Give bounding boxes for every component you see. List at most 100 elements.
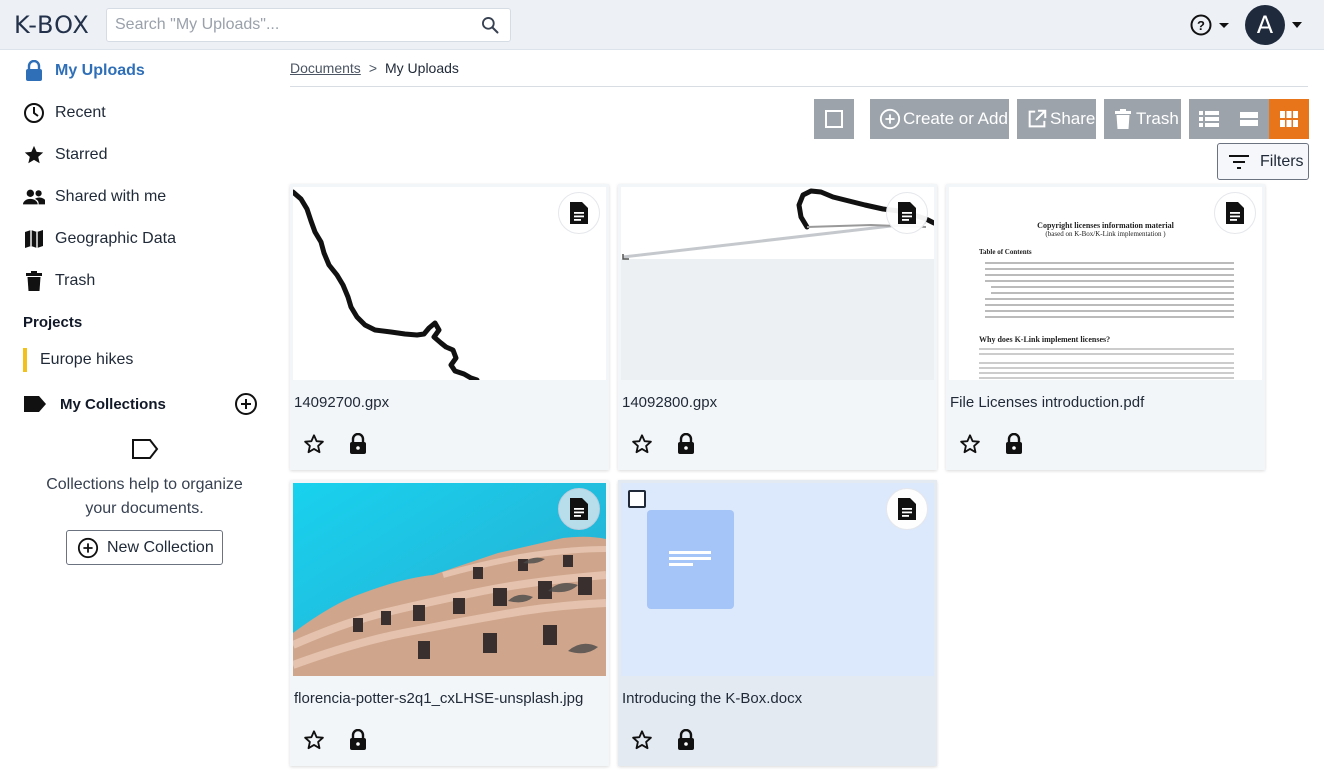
create-or-add-label: Create or Add [903,109,1008,128]
lock-icon [23,60,45,82]
project-item[interactable]: Europe hikes [23,348,133,372]
sidebar-item-my-uploads[interactable]: My Uploads [23,56,145,86]
document-icon [570,202,588,224]
sidebar: My Uploads Recent Starred Shared with me… [0,50,270,783]
share-label: Share [1050,109,1096,128]
document-thumbnail[interactable] [293,187,606,380]
filters-button[interactable]: Filters [1217,143,1309,180]
filters-label: Filters [1260,152,1304,170]
trash-label: Trash [1136,109,1179,128]
sidebar-item-label: Shared with me [55,188,167,205]
people-icon [23,186,45,208]
grid-view-button[interactable] [1269,99,1309,139]
sidebar-item-label: Starred [55,146,108,163]
breadcrumb-documents-link[interactable]: Documents [290,60,361,76]
document-name[interactable]: 14092800.gpx [622,394,717,411]
trash-icon [23,270,45,292]
share-button[interactable]: Share [1017,99,1096,139]
details-view-button[interactable] [1229,99,1269,139]
sidebar-item-recent[interactable]: Recent [23,98,106,128]
add-circle-icon [879,108,901,130]
star-icon [23,144,45,166]
details-view-icon [1240,112,1258,126]
lock-icon [678,433,694,454]
star-outline-icon[interactable] [303,433,325,455]
chevron-down-icon[interactable] [1291,20,1303,30]
star-outline-icon[interactable] [631,729,653,751]
document-card[interactable]: Introducing the K-Box.docx [618,480,937,766]
sidebar-item-trash[interactable]: Trash [23,266,95,296]
document-name[interactable]: florencia-potter-s2q1_cxLHSE-unsplash.jp… [294,690,583,707]
document-type-badge [1214,192,1256,234]
star-outline-icon[interactable] [959,433,981,455]
document-icon [898,202,916,224]
document-thumbnail[interactable]: Copyright licenses information material … [949,187,1262,380]
document-card[interactable]: 14092700.gpx [290,184,609,470]
document-card[interactable]: Copyright licenses information material … [946,184,1265,470]
map-icon [23,228,45,250]
pdf-heading: Why does K-Link implement licenses? [979,335,1111,344]
trash-icon [1115,109,1131,129]
app-logo[interactable]: K-BOX [14,11,90,39]
sidebar-item-label: Recent [55,104,106,121]
list-view-icon [1199,111,1219,127]
collections-help-text: Collections help to organize your docume… [46,476,243,517]
star-outline-icon[interactable] [303,729,325,751]
clock-icon [23,102,45,124]
breadcrumb-separator: > [368,60,377,76]
document-type-badge [558,488,600,530]
top-header: K-BOX ? A [0,0,1324,50]
projects-heading: Projects [23,314,83,331]
collections-header: My Collections [23,390,263,420]
divider [290,86,1308,87]
avatar[interactable]: A [1245,5,1285,45]
document-thumbnail[interactable] [621,483,934,676]
add-circle-icon [77,537,99,558]
checkbox-icon [825,110,843,128]
breadcrumb-current: My Uploads [385,60,459,76]
lock-icon [350,729,366,750]
sidebar-item-label: Geographic Data [55,230,176,247]
select-all-button[interactable] [814,99,854,139]
sidebar-item-label: Trash [55,272,96,289]
search-box[interactable] [106,8,511,42]
document-thumbnail[interactable] [293,483,606,676]
document-name[interactable]: 14092700.gpx [294,394,389,411]
document-type-badge [886,488,928,530]
star-outline-icon[interactable] [631,433,653,455]
document-card[interactable]: 14092800.gpx [618,184,937,470]
search-icon[interactable] [480,15,500,35]
sidebar-item-shared[interactable]: Shared with me [23,182,166,212]
help-menu-icon[interactable]: ? [1189,13,1233,37]
breadcrumb: Documents > My Uploads [290,60,459,76]
list-view-button[interactable] [1189,99,1229,139]
new-collection-label: New Collection [107,538,214,556]
document-card[interactable]: florencia-potter-s2q1_cxLHSE-unsplash.jp… [290,480,609,766]
sidebar-item-label: My Uploads [55,62,145,79]
document-icon [898,498,916,520]
sidebar-item-geographic[interactable]: Geographic Data [23,224,176,254]
document-type-badge [558,192,600,234]
document-icon [570,498,588,520]
filter-icon [1229,154,1249,169]
document-name[interactable]: Introducing the K-Box.docx [622,690,802,707]
lock-icon [1006,433,1022,454]
select-checkbox[interactable] [628,490,646,508]
lock-icon [350,433,366,454]
document-thumbnail[interactable] [621,187,934,380]
document-type-badge [886,192,928,234]
open-external-icon [1028,109,1047,128]
create-or-add-button[interactable]: Create or Add [870,99,1009,139]
document-icon [1226,202,1244,224]
sidebar-item-starred[interactable]: Starred [23,140,107,170]
collections-heading: My Collections [60,396,166,413]
new-collection-button[interactable]: New Collection [66,530,223,565]
label-outline-icon [132,439,159,459]
grid-view-icon [1280,111,1298,127]
svg-text:?: ? [1197,18,1205,33]
add-collection-icon[interactable] [234,392,258,416]
search-input[interactable] [115,9,475,41]
lock-icon [678,729,694,750]
trash-button[interactable]: Trash [1104,99,1181,139]
document-name[interactable]: File Licenses introduction.pdf [950,394,1144,411]
